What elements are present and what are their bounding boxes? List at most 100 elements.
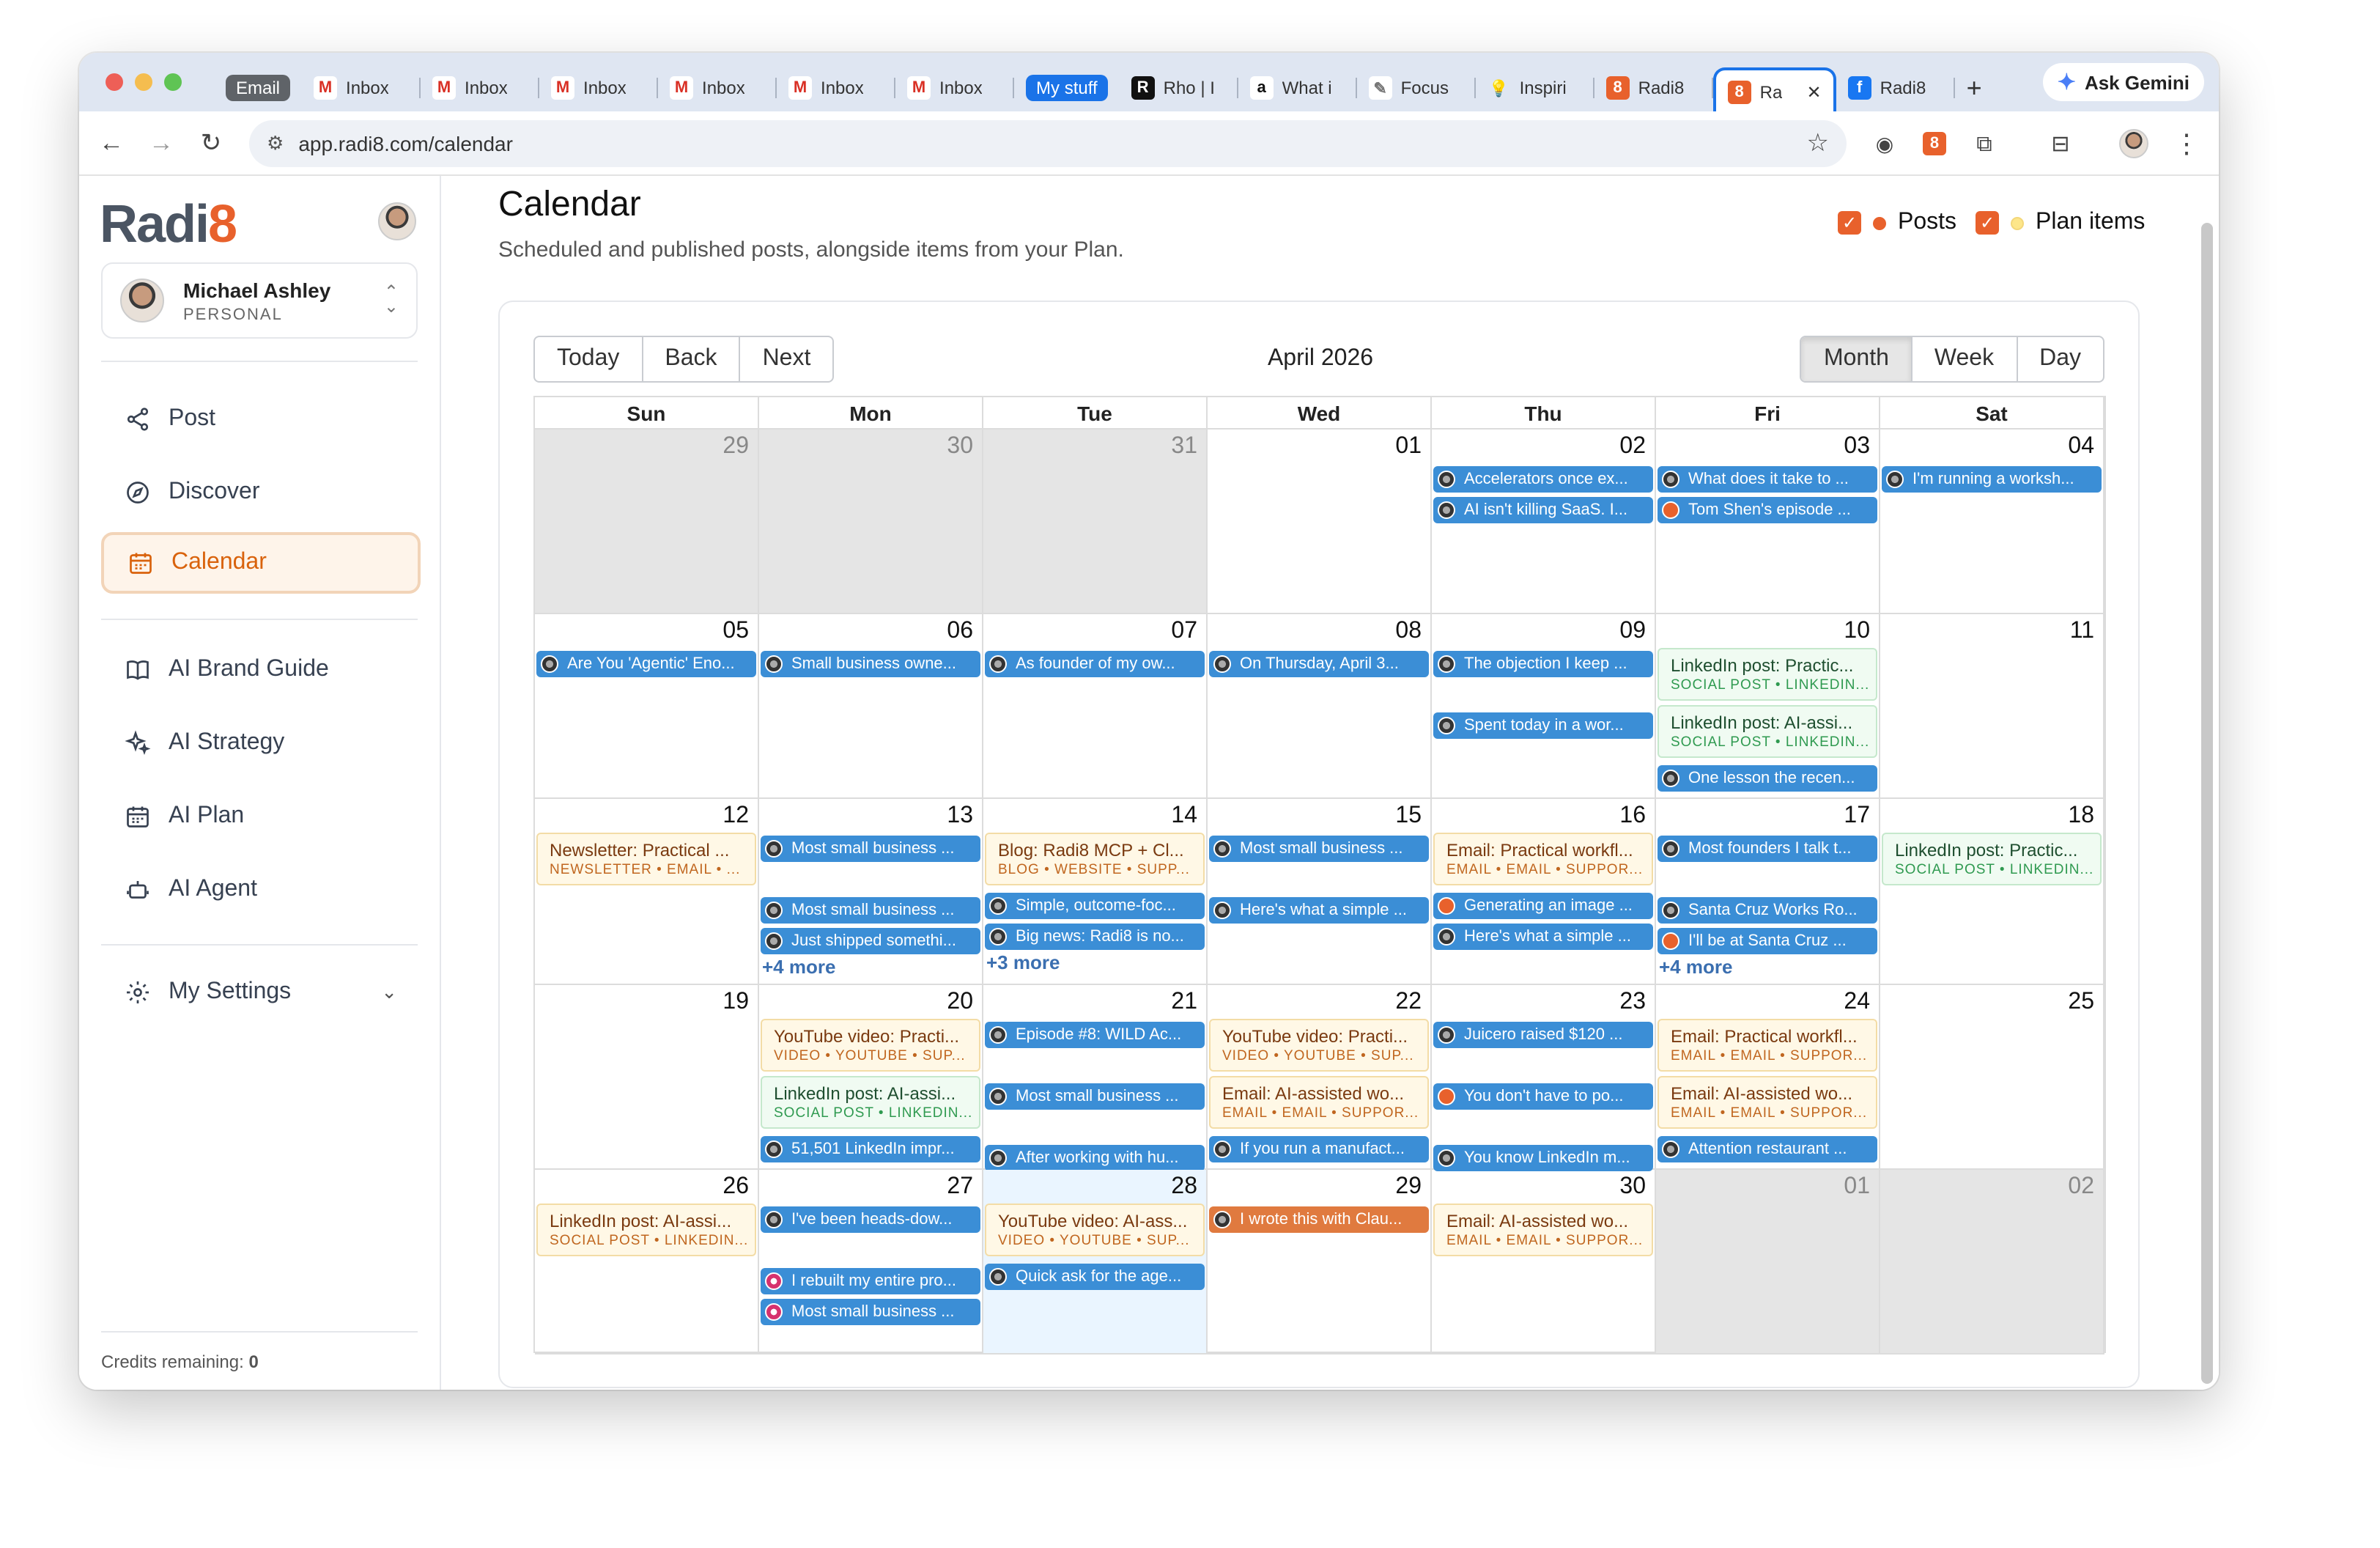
day-number[interactable]: 26 bbox=[722, 1174, 749, 1201]
day-number[interactable]: 20 bbox=[947, 989, 973, 1015]
post-event[interactable]: I'm running a worksh... bbox=[1882, 466, 2102, 493]
tab[interactable]: M Inbox bbox=[421, 67, 540, 108]
day-cell[interactable]: 08 On Thursday, April 3... bbox=[1208, 614, 1432, 800]
post-event[interactable]: What does it take to ... bbox=[1658, 466, 1877, 493]
post-event[interactable]: Most small business ... bbox=[761, 1298, 980, 1325]
day-cell[interactable]: 22 YouTube video: Practi... VIDEO • YOUTUB… bbox=[1208, 984, 1432, 1170]
day-cell[interactable]: 20 YouTube video: Practi... VIDEO • YOUTUB… bbox=[759, 984, 983, 1170]
post-event[interactable]: Most small business ... bbox=[1209, 836, 1429, 863]
post-event[interactable]: As founder of my ow... bbox=[985, 651, 1205, 678]
day-cell[interactable]: 28 YouTube video: AI-ass... VIDEO • YOUTUB… bbox=[983, 1169, 1208, 1354]
day-number[interactable]: 06 bbox=[947, 619, 973, 645]
plan-item[interactable]: Newsletter: Practical ... NEWSLETTER • EM… bbox=[536, 833, 756, 886]
day-cell[interactable]: 21 Episode #8: WILD Ac... Most small busin… bbox=[983, 984, 1208, 1171]
close-tab-icon[interactable]: ✕ bbox=[1807, 82, 1822, 103]
day-cell[interactable]: 19 bbox=[535, 984, 759, 1170]
tab-search-icon[interactable]: ⊟ bbox=[2043, 126, 2078, 161]
day-cell[interactable]: 01 bbox=[1208, 430, 1432, 615]
day-number[interactable]: 30 bbox=[1619, 1174, 1646, 1201]
day-cell[interactable]: 30 Email: AI-assisted wo... EMAIL • EMAIL … bbox=[1432, 1169, 1656, 1354]
day-cell[interactable]: 26 LinkedIn post: AI-assi... SOCIAL POST •… bbox=[535, 1169, 759, 1354]
filter-plan-items[interactable]: ✓ Plan items bbox=[1976, 210, 2145, 236]
tab[interactable]: ✎ Focus bbox=[1357, 67, 1476, 108]
day-number[interactable]: 01 bbox=[1395, 434, 1422, 460]
tab[interactable]: M Inbox bbox=[777, 67, 896, 108]
show-more-link[interactable]: +4 more bbox=[762, 957, 835, 978]
day-number[interactable]: 29 bbox=[722, 434, 749, 460]
minimize-window-button[interactable] bbox=[135, 73, 152, 91]
post-event[interactable]: Are You 'Agentic' Eno... bbox=[536, 651, 756, 678]
tab[interactable]: M Inbox bbox=[658, 67, 777, 108]
day-cell[interactable]: 23 Juicero raised $120 ... You don't have … bbox=[1432, 984, 1656, 1171]
post-event[interactable]: Accelerators once ex... bbox=[1433, 466, 1653, 493]
post-event[interactable]: The objection I keep ... bbox=[1433, 651, 1653, 678]
day-cell[interactable]: 11 bbox=[1880, 614, 2104, 800]
day-number[interactable]: 01 bbox=[1844, 1174, 1870, 1201]
tab-group-email[interactable]: Email bbox=[214, 67, 302, 108]
ask-gemini-button[interactable]: ✦ Ask Gemini bbox=[2042, 63, 2204, 101]
post-event[interactable]: AI isn't killing SaaS. I... bbox=[1433, 497, 1653, 523]
tab[interactable]: 💡 Inspiri bbox=[1476, 67, 1594, 108]
post-event[interactable]: Generating an image ... bbox=[1433, 893, 1653, 920]
day-number[interactable]: 02 bbox=[1619, 434, 1646, 460]
post-event[interactable]: 51,501 LinkedIn impr... bbox=[761, 1135, 980, 1162]
day-cell[interactable]: 09 The objection I keep ... Spent today in… bbox=[1432, 614, 1656, 800]
day-number[interactable]: 22 bbox=[1395, 989, 1422, 1015]
plan-item[interactable]: LinkedIn post: Practic... SOCIAL POST • L… bbox=[1658, 648, 1877, 701]
day-cell[interactable]: 29 bbox=[535, 430, 759, 615]
checkbox-checked-icon[interactable]: ✓ bbox=[1976, 211, 1999, 235]
checkbox-checked-icon[interactable]: ✓ bbox=[1838, 211, 1861, 235]
sidebar-item-my-settings[interactable]: My Settings ⌄ bbox=[101, 962, 421, 1023]
day-number[interactable]: 19 bbox=[722, 989, 749, 1015]
day-number[interactable]: 09 bbox=[1619, 619, 1646, 645]
day-cell[interactable]: 04 I'm running a worksh... bbox=[1880, 430, 2104, 615]
reload-icon[interactable]: ↻ bbox=[193, 126, 229, 161]
day-number[interactable]: 24 bbox=[1844, 989, 1870, 1015]
show-more-link[interactable]: +4 more bbox=[1659, 957, 1732, 978]
tab-active[interactable]: 8 Ra ✕ bbox=[1712, 67, 1836, 114]
day-cell[interactable]: 05 Are You 'Agentic' Eno... bbox=[535, 614, 759, 800]
plan-item[interactable]: LinkedIn post: AI-assi... SOCIAL POST • L… bbox=[1658, 705, 1877, 759]
post-event[interactable]: Big news: Radi8 is no... bbox=[985, 924, 1205, 951]
post-event[interactable]: After working with hu... bbox=[985, 1144, 1205, 1171]
post-event[interactable]: One lesson the recen... bbox=[1658, 765, 1877, 792]
day-number[interactable]: 16 bbox=[1619, 804, 1646, 830]
day-number[interactable]: 12 bbox=[722, 804, 749, 830]
post-event[interactable]: Small business owne... bbox=[761, 651, 980, 678]
plan-item[interactable]: Email: AI-assisted wo... EMAIL • EMAIL • … bbox=[1209, 1075, 1429, 1129]
day-cell[interactable]: 02 Accelerators once ex... AI isn't killin… bbox=[1432, 430, 1656, 615]
tab[interactable]: M Inbox bbox=[539, 67, 659, 108]
day-number[interactable]: 23 bbox=[1619, 989, 1646, 1015]
sidebar-item-ai-strategy[interactable]: AI Strategy bbox=[101, 712, 421, 774]
day-cell[interactable]: 10 LinkedIn post: Practic... SOCIAL POST •… bbox=[1656, 614, 1880, 800]
radi8-extension-icon[interactable]: 8 bbox=[1917, 126, 1952, 161]
sidebar-item-ai-plan[interactable]: AI Plan bbox=[101, 786, 421, 847]
day-cell[interactable]: 01 bbox=[1656, 1169, 1880, 1354]
tab[interactable]: 8 Radi8 bbox=[1594, 67, 1713, 108]
day-cell[interactable]: 15 Most small business ... Here's what a s… bbox=[1208, 799, 1432, 985]
week-view-button[interactable]: Week bbox=[1912, 337, 2018, 381]
plan-item[interactable]: Email: Practical workfl... EMAIL • EMAIL … bbox=[1433, 833, 1653, 886]
plan-item[interactable]: YouTube video: Practi... VIDEO • YOUTUBE … bbox=[761, 1018, 980, 1072]
plan-item[interactable]: YouTube video: Practi... VIDEO • YOUTUBE … bbox=[1209, 1018, 1429, 1072]
day-number[interactable]: 15 bbox=[1395, 804, 1422, 830]
day-number[interactable]: 27 bbox=[947, 1174, 973, 1201]
sidebar-item-calendar[interactable]: Calendar bbox=[101, 532, 421, 594]
post-event[interactable]: I rebuilt my entire pro... bbox=[761, 1267, 980, 1294]
day-number[interactable]: 25 bbox=[2068, 989, 2094, 1015]
post-event[interactable]: I'll be at Santa Cruz ... bbox=[1658, 928, 1877, 955]
day-number[interactable]: 03 bbox=[1844, 434, 1870, 460]
browser-menu-icon[interactable]: ⋮ bbox=[2169, 126, 2204, 161]
post-event[interactable]: Most founders I talk t... bbox=[1658, 836, 1877, 863]
tab[interactable]: M Inbox bbox=[895, 67, 1015, 108]
post-event[interactable]: Most small business ... bbox=[985, 1083, 1205, 1110]
post-event[interactable]: Juicero raised $120 ... bbox=[1433, 1021, 1653, 1048]
month-view-button[interactable]: Month bbox=[1801, 337, 1912, 381]
day-number[interactable]: 07 bbox=[1171, 619, 1197, 645]
day-number[interactable]: 05 bbox=[722, 619, 749, 645]
post-event[interactable]: Santa Cruz Works Ro... bbox=[1658, 897, 1877, 924]
tab[interactable]: a What i bbox=[1238, 67, 1357, 108]
site-settings-icon[interactable]: ⚙ bbox=[267, 132, 284, 155]
day-number[interactable]: 13 bbox=[947, 804, 973, 830]
day-cell[interactable]: 29 I wrote this with Clau... bbox=[1208, 1169, 1432, 1354]
